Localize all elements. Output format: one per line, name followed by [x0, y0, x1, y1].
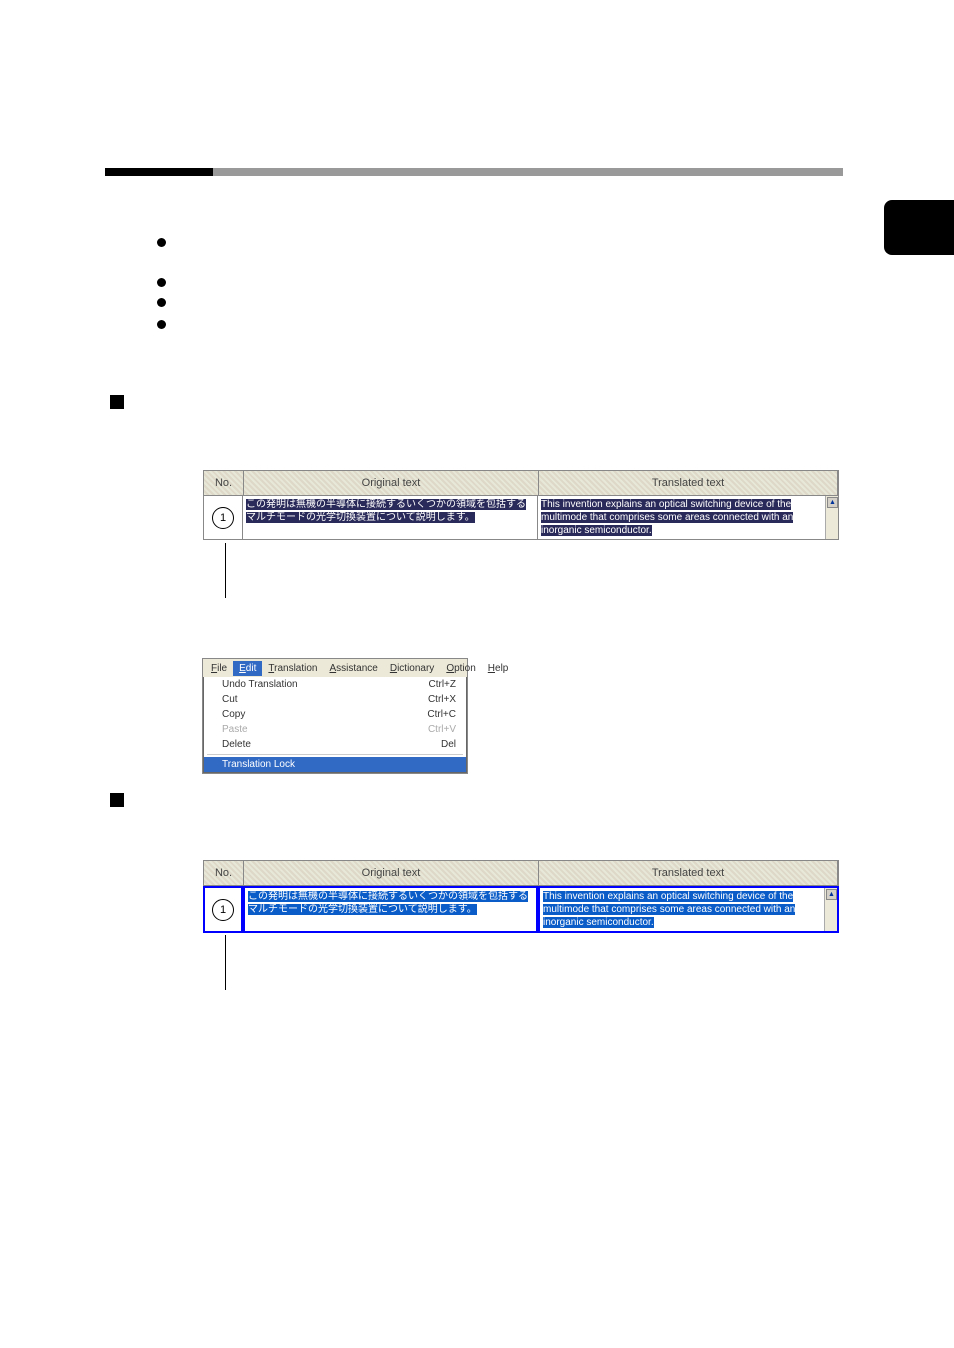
menu-label: Copy	[222, 709, 245, 720]
annotation-leader-line	[225, 935, 226, 990]
vertical-scrollbar[interactable]: ▲	[825, 496, 838, 539]
edit-menu-dropdown: File Edit Translation Assistance Diction…	[202, 658, 468, 774]
row-number-circle-annotation	[212, 899, 234, 921]
column-header-translated[interactable]: Translated text	[539, 471, 838, 495]
annotation-leader-line	[225, 543, 226, 598]
menu-label: Undo Translation	[222, 679, 298, 690]
menu-paste: Paste Ctrl+V	[204, 722, 466, 737]
table-body: 1 この発明は無機の半導体に接続するいくつかの領域を包括するマルチモードの光学切…	[203, 496, 839, 540]
translated-text-cell-locked[interactable]: This invention explains an optical switc…	[538, 886, 839, 933]
translation-table-locked: No. Original text Translated text 1 この発明…	[203, 860, 839, 933]
header-black-segment	[105, 168, 213, 176]
column-header-no[interactable]: No.	[204, 471, 244, 495]
original-text-selected: この発明は無機の半導体に接続するいくつかの領域を包括するマルチモードの光学切換装…	[246, 499, 526, 523]
menu-file[interactable]: File	[205, 661, 233, 676]
original-text-selected: この発明は無機の半導体に接続するいくつかの領域を包括するマルチモードの光学切換装…	[248, 891, 528, 915]
section-marker-icon	[110, 793, 124, 807]
translated-text-selected: This invention explains an optical switc…	[541, 499, 793, 536]
scroll-up-icon[interactable]: ▲	[826, 889, 837, 900]
menu-shortcut: Ctrl+Z	[429, 679, 457, 690]
header-bar	[105, 168, 843, 176]
menu-delete[interactable]: Delete Del	[204, 737, 466, 752]
menu-translation-lock[interactable]: Translation Lock	[204, 757, 466, 772]
column-header-translated[interactable]: Translated text	[539, 861, 838, 885]
menu-cut[interactable]: Cut Ctrl+X	[204, 692, 466, 707]
menu-help[interactable]: Help	[482, 661, 515, 676]
menu-shortcut: Ctrl+C	[427, 709, 456, 720]
menu-option[interactable]: Option	[440, 661, 481, 676]
original-text-cell-locked[interactable]: この発明は無機の半導体に接続するいくつかの領域を包括するマルチモードの光学切換装…	[243, 886, 538, 933]
row-number-cell[interactable]: 1	[203, 496, 243, 540]
header-gray-segment	[213, 168, 843, 176]
menu-separator	[207, 754, 463, 755]
section-marker-icon	[110, 395, 124, 409]
table-header: No. Original text Translated text	[203, 470, 839, 496]
table-header: No. Original text Translated text	[203, 860, 839, 886]
row-number-cell[interactable]: 1	[203, 886, 243, 933]
menu-shortcut: Del	[441, 739, 456, 750]
column-header-original[interactable]: Original text	[244, 861, 539, 885]
menu-edit[interactable]: Edit	[233, 661, 262, 676]
translation-table-before: No. Original text Translated text 1 この発明…	[203, 470, 839, 540]
menu-shortcut: Ctrl+X	[428, 694, 456, 705]
bullet-icon	[157, 238, 166, 247]
menu-label: Translation Lock	[222, 759, 295, 770]
scroll-up-icon[interactable]: ▲	[827, 497, 838, 508]
row-number-circle-annotation	[212, 507, 234, 529]
menu-label: Paste	[222, 724, 248, 735]
menu-copy[interactable]: Copy Ctrl+C	[204, 707, 466, 722]
side-tab	[884, 200, 954, 255]
original-text-cell[interactable]: この発明は無機の半導体に接続するいくつかの領域を包括するマルチモードの光学切換装…	[243, 496, 538, 540]
translated-text-cell[interactable]: This invention explains an optical switc…	[538, 496, 839, 540]
column-header-original[interactable]: Original text	[244, 471, 539, 495]
menu-label: Delete	[222, 739, 251, 750]
menu-shortcut: Ctrl+V	[428, 724, 456, 735]
menu-translation[interactable]: Translation	[262, 661, 323, 676]
menu-undo-translation[interactable]: Undo Translation Ctrl+Z	[204, 677, 466, 692]
menu-bar: File Edit Translation Assistance Diction…	[203, 659, 467, 677]
vertical-scrollbar[interactable]: ▲	[824, 888, 837, 931]
bullet-icon	[157, 298, 166, 307]
bullet-icon	[157, 278, 166, 287]
translated-text-selected: This invention explains an optical switc…	[543, 891, 795, 928]
menu-dictionary[interactable]: Dictionary	[384, 661, 440, 676]
table-body: 1 この発明は無機の半導体に接続するいくつかの領域を包括するマルチモードの光学切…	[203, 886, 839, 933]
bullet-icon	[157, 320, 166, 329]
edit-dropdown: Undo Translation Ctrl+Z Cut Ctrl+X Copy …	[203, 677, 467, 773]
column-header-no[interactable]: No.	[204, 861, 244, 885]
menu-assistance[interactable]: Assistance	[323, 661, 383, 676]
menu-label: Cut	[222, 694, 238, 705]
